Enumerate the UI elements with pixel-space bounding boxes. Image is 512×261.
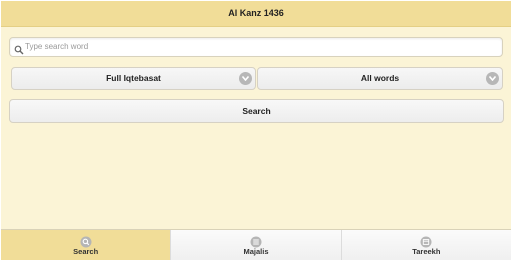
- search-button[interactable]: Search: [9, 99, 504, 123]
- tab-majalis[interactable]: Majalis: [171, 230, 342, 260]
- search-icon: [80, 235, 92, 248]
- tab-label: Search: [73, 247, 99, 256]
- tab-search[interactable]: Search: [1, 230, 172, 260]
- search-field[interactable]: [9, 37, 503, 57]
- app-window: Al Kanz 1436 Full Iqtebasat All words Se…: [1, 1, 511, 260]
- scope-select[interactable]: Full Iqtebasat: [11, 67, 256, 90]
- chevron-down-icon: [239, 72, 252, 85]
- search-icon: [14, 42, 24, 55]
- list-icon: [250, 235, 262, 248]
- search-input[interactable]: [25, 39, 495, 54]
- bottom-tab-bar: Search Majalis Tareekh: [1, 229, 511, 260]
- scope-select-label: Full Iqtebasat: [106, 73, 161, 83]
- chevron-down-icon: [486, 72, 499, 85]
- match-select[interactable]: All words: [257, 67, 503, 90]
- tab-tareekh[interactable]: Tareekh: [341, 230, 511, 260]
- page-title: Al Kanz 1436: [1, 1, 511, 27]
- calendar-icon: [420, 235, 432, 248]
- tab-label: Majalis: [243, 247, 269, 256]
- tab-label: Tareekh: [412, 247, 441, 256]
- match-select-label: All words: [360, 73, 400, 83]
